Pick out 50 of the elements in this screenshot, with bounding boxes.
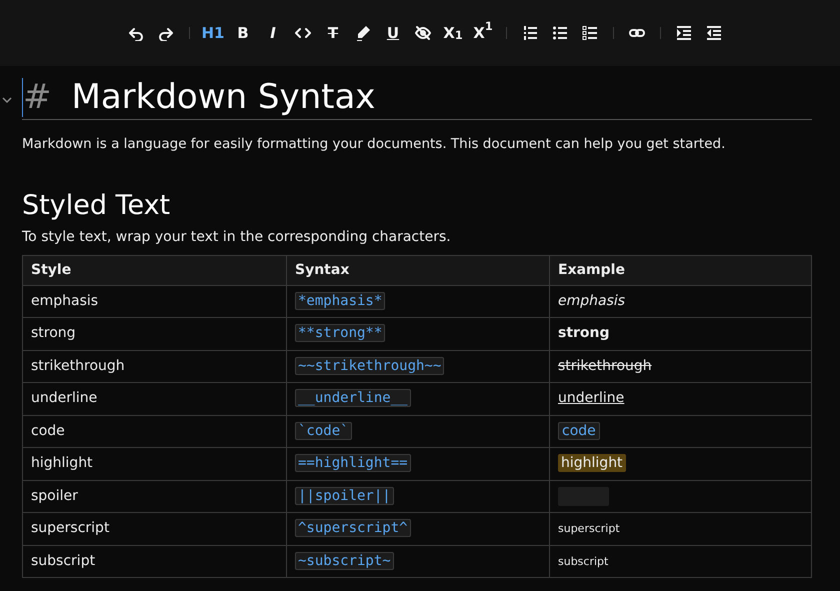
numbered-list-icon[interactable] <box>522 25 538 41</box>
outdent-icon[interactable] <box>706 25 722 41</box>
small-example: subscript <box>558 554 608 568</box>
style-cell: code <box>22 415 286 448</box>
style-cell: subscript <box>22 545 286 578</box>
redo-icon[interactable] <box>158 25 174 41</box>
code-example: code <box>558 422 600 440</box>
intro-paragraph: Markdown is a language for easily formatting your documents. This document can help you get started. <box>22 135 726 154</box>
column-header: Example <box>550 255 812 286</box>
format-button[interactable]: X$_{1}$ <box>441 20 465 46</box>
syntax-code: **strong** <box>295 324 386 342</box>
style-cell: underline <box>22 382 286 416</box>
strikethrough-example: strikethrough <box>558 358 652 374</box>
underline-example: underline <box>558 390 624 406</box>
bullet-list-icon[interactable] <box>552 25 568 41</box>
section-paragraph: To style text, wrap your text in the corresponding characters. <box>22 228 452 247</box>
format-button[interactable]: U <box>381 20 405 46</box>
format-button[interactable]: B <box>231 20 255 46</box>
style-cell: strong <box>22 318 286 350</box>
style-cell: superscript <box>22 512 286 546</box>
style-cell: strikethrough <box>22 350 286 383</box>
syntax-code: ~subscript~ <box>295 552 394 570</box>
syntax-code: *emphasis* <box>295 292 386 310</box>
style-cell: emphasis <box>22 285 286 318</box>
format-button[interactable]: T <box>321 20 345 46</box>
syntax-code: ~~strikethrough~~ <box>295 356 444 375</box>
column-header: Syntax <box>286 255 550 286</box>
small-example: superscript <box>558 522 620 536</box>
format-button[interactable]: I <box>261 20 285 46</box>
syntax-code: __underline__ <box>295 389 411 408</box>
highlight-example: highlight <box>558 454 626 472</box>
italic-example: emphasis <box>558 292 626 309</box>
column-header: Style <box>22 255 286 286</box>
eye-slash-icon[interactable] <box>415 25 431 41</box>
syntax-code: ||spoiler|| <box>295 486 394 505</box>
format-button[interactable]: H1 <box>201 20 225 46</box>
document-title: Markdown Syntax <box>72 78 376 118</box>
style-cell: highlight <box>22 448 286 480</box>
format-button[interactable]: X$^{1}$ <box>471 20 495 46</box>
syntax-code: `code` <box>295 422 352 440</box>
bold-example: strong <box>558 325 610 342</box>
syntax-code: ^superscript^ <box>295 519 411 538</box>
section-heading: Styled Text <box>22 190 172 223</box>
task-list-icon[interactable] <box>582 25 598 41</box>
undo-icon[interactable] <box>128 25 144 41</box>
indent-icon[interactable] <box>676 25 692 41</box>
syntax-code: ==highlight== <box>295 454 411 472</box>
code-icon[interactable] <box>295 25 311 41</box>
style-cell: spoiler <box>22 480 286 513</box>
pen-icon[interactable] <box>355 25 371 41</box>
